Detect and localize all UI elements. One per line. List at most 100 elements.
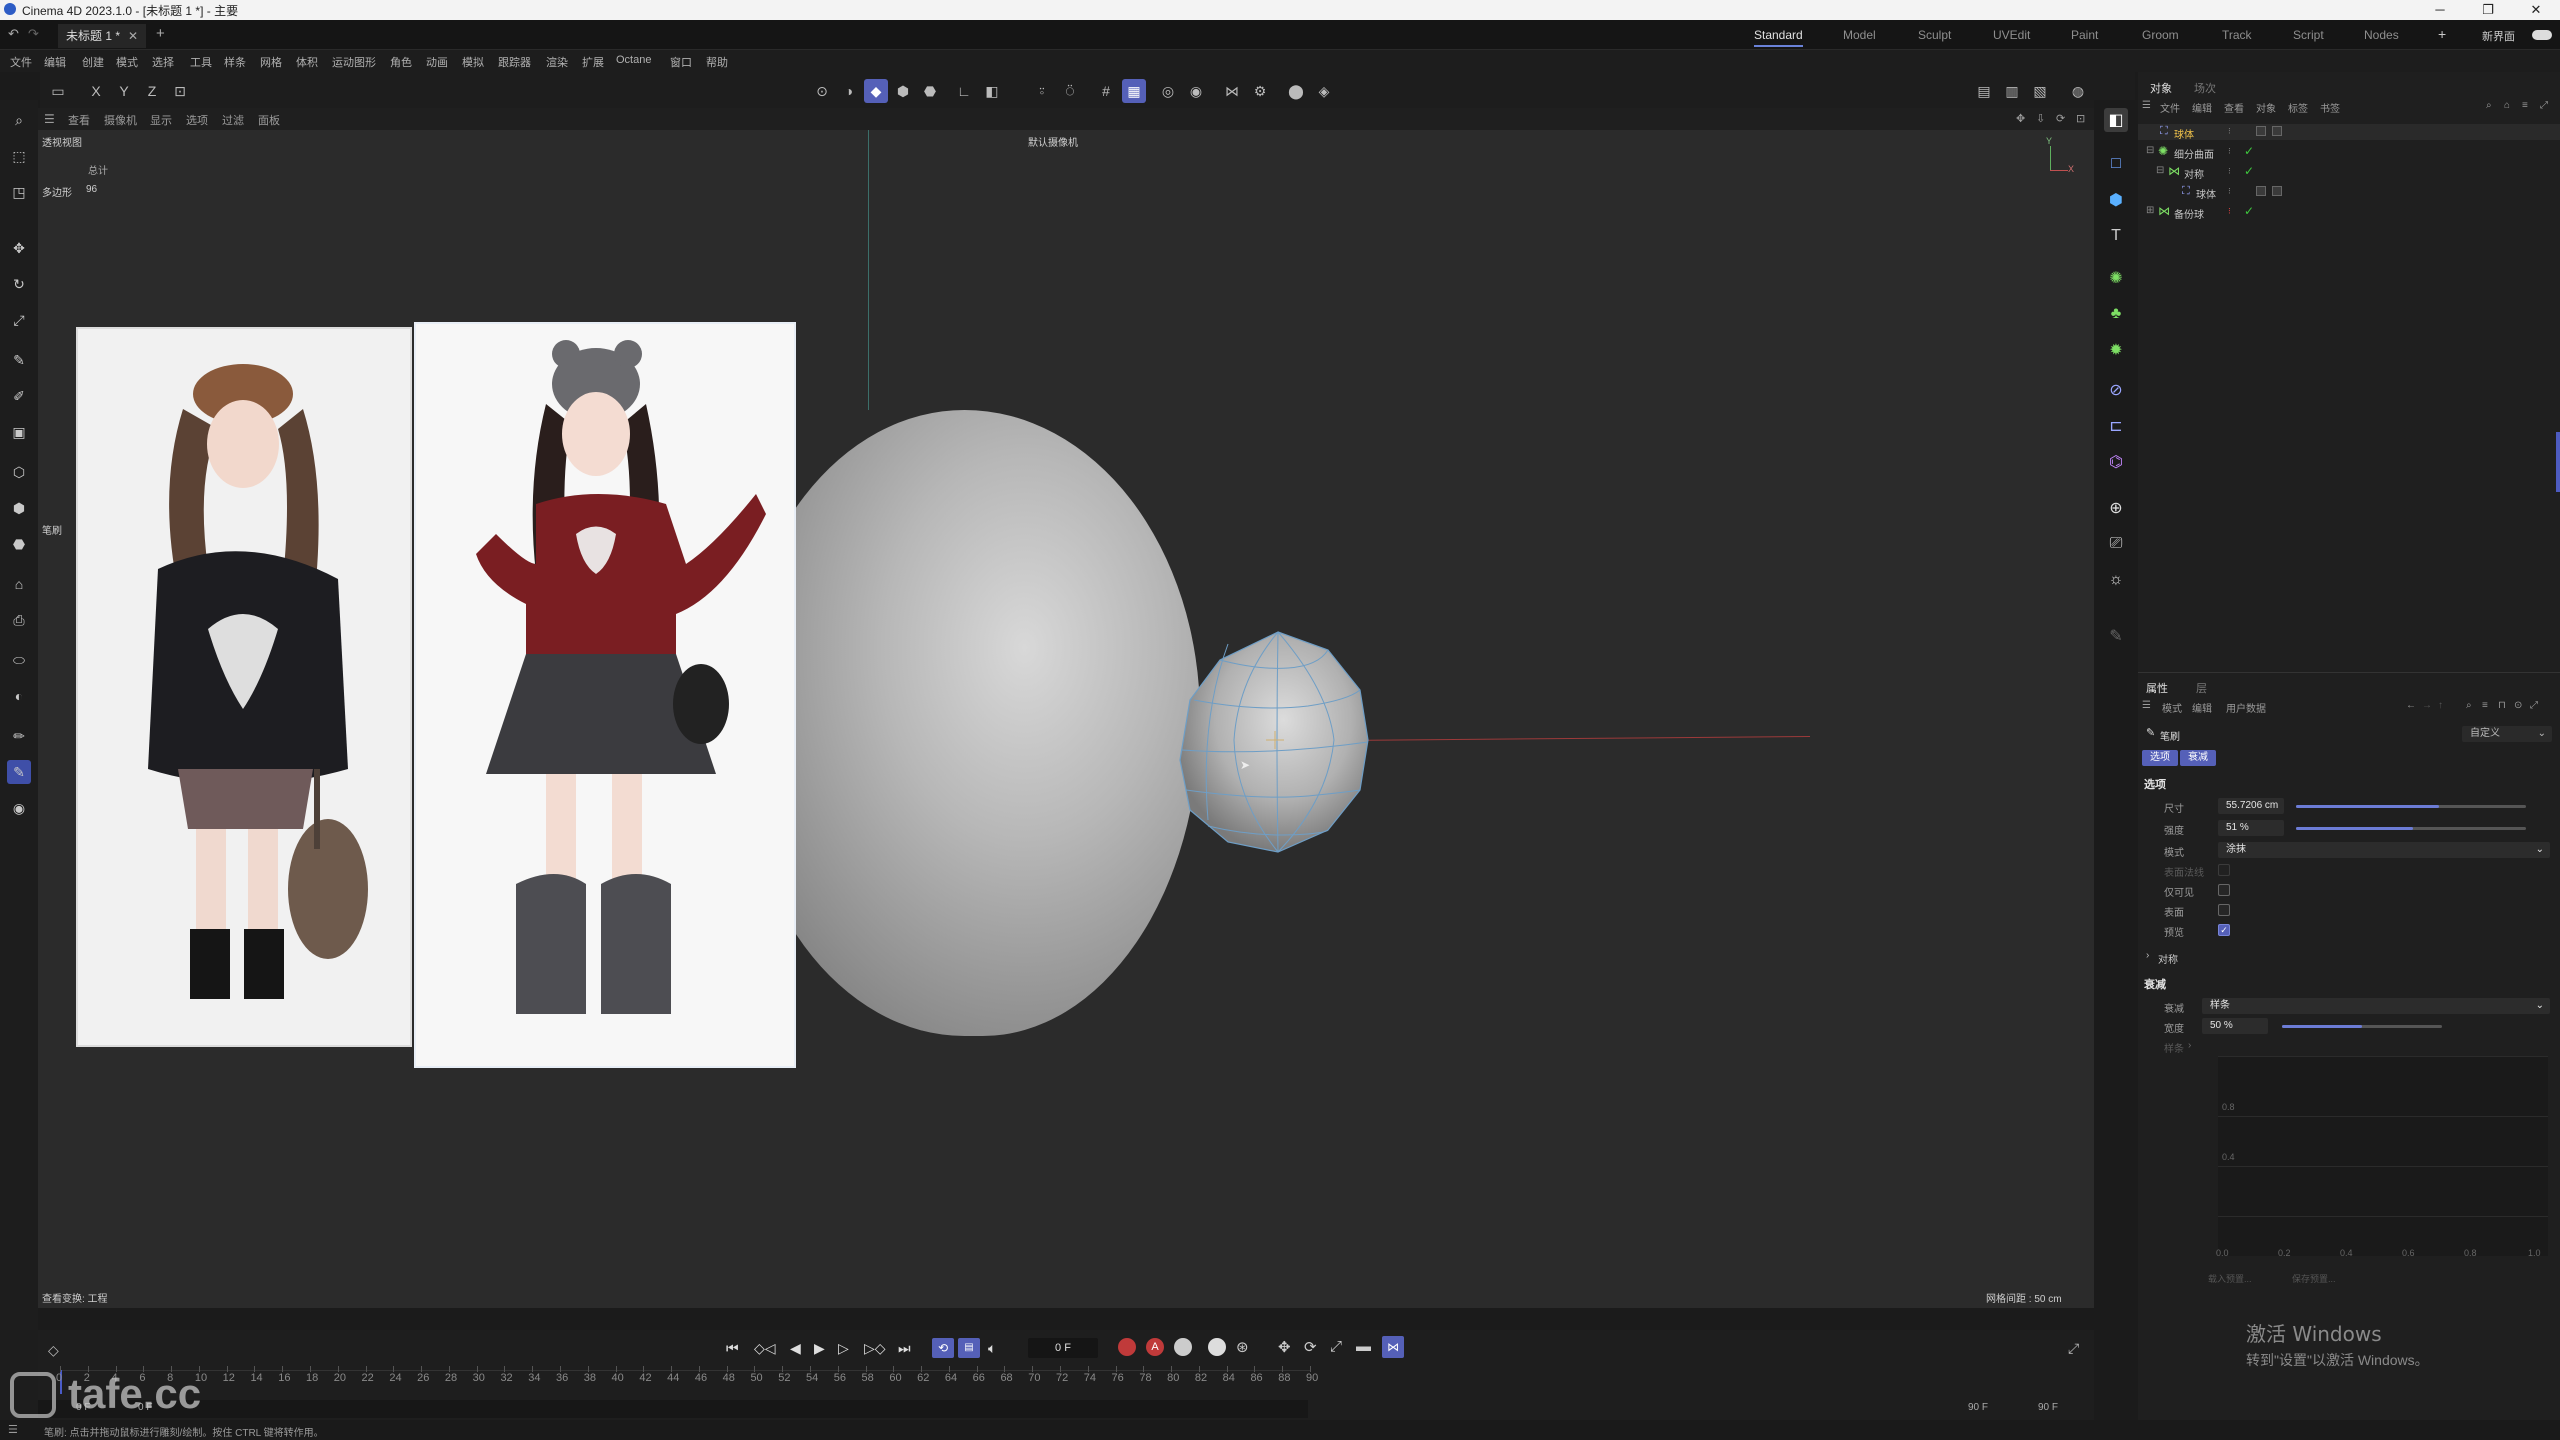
octane-settings-icon[interactable]: ◈: [1312, 79, 1336, 103]
om-expand-icon[interactable]: ⤢: [2540, 100, 2548, 111]
falloff-dropdown[interactable]: 样条 ⌄: [2202, 998, 2550, 1014]
workplane-snap-icon[interactable]: ▦: [1122, 79, 1146, 103]
menu-simulate[interactable]: 模拟: [462, 54, 484, 70]
light-object-icon[interactable]: ☼: [2104, 568, 2128, 592]
prev-frame-icon[interactable]: ◀: [790, 1340, 801, 1357]
object-row-subdivision[interactable]: ⊟ ✺ 细分曲面 ⁝ ✓: [2138, 144, 2560, 161]
new-tab-icon[interactable]: +: [156, 25, 165, 42]
edges-mode-icon[interactable]: ◑: [837, 79, 861, 103]
scale-tool-icon[interactable]: ⤢: [7, 308, 31, 332]
tab-attributes[interactable]: 属性: [2146, 680, 2168, 696]
coord-system-icon[interactable]: ⊡: [168, 79, 192, 103]
preview-range-icon[interactable]: ▤: [958, 1338, 980, 1358]
save-preset-button[interactable]: 保存预置...: [2292, 1272, 2336, 1285]
redo-icon[interactable]: ↷: [28, 26, 39, 42]
undo-icon[interactable]: ↶: [8, 26, 19, 42]
menu-render[interactable]: 渲染: [546, 54, 568, 70]
om-search-icon[interactable]: ⌕: [2486, 100, 2492, 111]
render-view-icon[interactable]: ▤: [1972, 79, 1996, 103]
add-layout-icon[interactable]: +: [2438, 26, 2446, 42]
am-hamburger-icon[interactable]: ☰: [2142, 700, 2151, 711]
magnet-icon[interactable]: ⍥: [1058, 79, 1082, 103]
viewport-menu-view[interactable]: 查看: [68, 112, 90, 128]
om-menu-object[interactable]: 对象: [2256, 100, 2276, 115]
brush-tool-icon[interactable]: ✎: [7, 760, 31, 784]
texture-tag-icon[interactable]: [2272, 126, 2282, 136]
am-settings-icon[interactable]: ⊙: [2514, 700, 2522, 711]
collapse-icon[interactable]: ⊟: [2146, 145, 2154, 156]
visible-only-checkbox[interactable]: [2218, 884, 2230, 896]
strength-slider[interactable]: [2296, 827, 2526, 830]
object-manager-icon[interactable]: ◧: [2104, 108, 2128, 132]
new-interface-label[interactable]: 新界面: [2482, 28, 2515, 44]
solo-icon[interactable]: ◎: [1156, 79, 1180, 103]
object-row-sphere-top[interactable]: ⛶ 球体 ⁝: [2138, 124, 2560, 141]
visibility-dots-icon[interactable]: ⁝: [2228, 206, 2231, 217]
deformer-tool-icon[interactable]: ⬣: [7, 532, 31, 556]
cylinder-tool-icon[interactable]: ⬭: [7, 648, 31, 672]
am-filter-icon[interactable]: ≡: [2482, 700, 2488, 711]
end-frame-field-2[interactable]: 90 F: [2038, 1402, 2078, 1416]
keyframe-diamond-icon[interactable]: ◇: [48, 1342, 59, 1359]
visibility-dots-icon[interactable]: ⁝: [2228, 186, 2231, 197]
sculpt-brush-icon[interactable]: ✎: [2104, 624, 2128, 648]
am-forward-icon[interactable]: →: [2422, 700, 2432, 711]
viewport-menu-filter[interactable]: 过滤: [222, 112, 244, 128]
layout-standard[interactable]: Standard: [1754, 28, 1803, 47]
reference-image-1[interactable]: [76, 327, 412, 1047]
goto-end-icon[interactable]: ⏭: [898, 1340, 911, 1357]
pen-tool-icon[interactable]: ✎: [7, 348, 31, 372]
texture-tag-icon[interactable]: [2272, 186, 2282, 196]
surface-checkbox[interactable]: [2218, 904, 2230, 916]
menu-mesh[interactable]: 网格: [260, 54, 282, 70]
motion-record-icon[interactable]: [1208, 1338, 1226, 1356]
menu-spline[interactable]: 样条: [224, 54, 246, 70]
axis-x-toggle[interactable]: X: [84, 79, 108, 103]
material-tool-icon[interactable]: ◐: [7, 684, 31, 708]
viewport-menu-camera[interactable]: 摄像机: [104, 112, 137, 128]
snap-icon[interactable]: ⍤: [1030, 79, 1054, 103]
document-tab[interactable]: 未标题 1 * ✕: [58, 24, 146, 48]
width-slider[interactable]: [2282, 1025, 2442, 1028]
menu-extensions[interactable]: 扩展: [582, 54, 604, 70]
generator-tool-icon[interactable]: ⬢: [7, 496, 31, 520]
am-search-icon[interactable]: ⌕: [2466, 700, 2472, 711]
solo-hierarchy-icon[interactable]: ◉: [1184, 79, 1208, 103]
am-lock-icon[interactable]: ⊓: [2498, 700, 2506, 711]
deformer-icon[interactable]: ⊘: [2104, 378, 2128, 402]
render-picture-viewer-icon[interactable]: ▥: [2000, 79, 2024, 103]
mode-dropdown[interactable]: 涂抹 ⌄: [2218, 842, 2550, 858]
enabled-check-icon[interactable]: ✓: [2244, 204, 2254, 218]
am-up-icon[interactable]: ↑: [2438, 700, 2443, 711]
keyframe-selection-icon[interactable]: [1174, 1338, 1192, 1356]
minimize-button[interactable]: ─: [2420, 0, 2460, 20]
layout-sculpt[interactable]: Sculpt: [1918, 28, 1951, 42]
tab-objects[interactable]: 对象: [2150, 80, 2172, 96]
object-row-symmetry[interactable]: ⊟ ⋈ 对称 ⁝ ✓: [2138, 164, 2560, 181]
visibility-dots-icon[interactable]: ⁝: [2228, 126, 2231, 137]
axis-z-toggle[interactable]: Z: [140, 79, 164, 103]
symmetry-expand-icon[interactable]: ›: [2146, 950, 2149, 961]
viewport-pan-icon[interactable]: ⇩: [2036, 112, 2045, 125]
falloff-curve-graph[interactable]: [2218, 1056, 2548, 1256]
camera-object-icon[interactable]: ⎚: [2104, 532, 2128, 556]
autokey-icon[interactable]: A: [1146, 1338, 1164, 1356]
selected-sphere-mesh[interactable]: [1138, 620, 1398, 870]
subtab-options[interactable]: 选项: [2142, 750, 2178, 766]
menu-volume[interactable]: 体积: [296, 54, 318, 70]
sculpt-tag-icon[interactable]: [2256, 126, 2266, 136]
bend-deformer-icon[interactable]: ⊏: [2104, 414, 2128, 438]
cube-tool-icon[interactable]: ⬡: [7, 460, 31, 484]
viewport-maximize-icon[interactable]: ⊡: [2076, 112, 2085, 125]
close-tab-icon[interactable]: ✕: [128, 24, 138, 48]
key-rotation-icon[interactable]: ⟳: [1304, 1338, 1317, 1356]
box-selection-icon[interactable]: ◳: [7, 180, 31, 204]
layout-paint[interactable]: Paint: [2071, 28, 2098, 42]
expand-icon[interactable]: ⊞: [2146, 205, 2154, 216]
next-frame-icon[interactable]: ▷: [838, 1340, 849, 1357]
render-settings-icon[interactable]: ▧: [2028, 79, 2052, 103]
rotate-tool-icon[interactable]: ↻: [7, 272, 31, 296]
key-param-icon[interactable]: ▬: [1356, 1338, 1371, 1355]
layout-script[interactable]: Script: [2293, 28, 2324, 42]
current-frame-field[interactable]: 0 F: [1028, 1338, 1098, 1358]
